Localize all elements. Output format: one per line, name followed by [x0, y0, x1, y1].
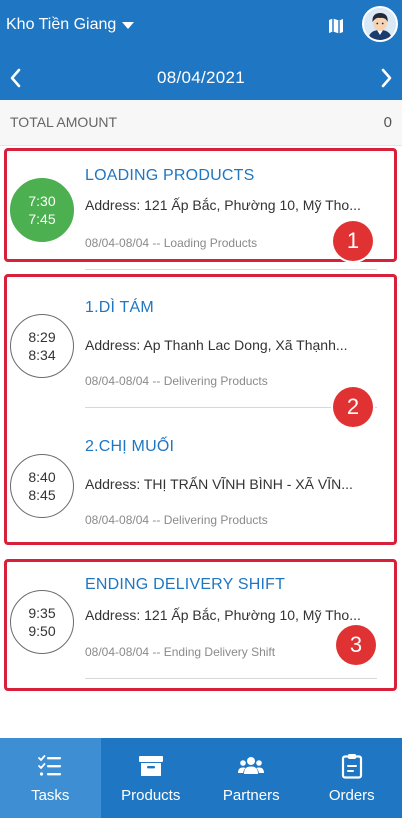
nav-products-label: Products — [121, 786, 181, 804]
nav-tasks[interactable]: Tasks — [0, 738, 101, 818]
chevron-right-icon[interactable] — [374, 66, 398, 90]
warehouse-selector[interactable]: Kho Tiền Giang — [6, 16, 135, 34]
user-avatar[interactable] — [362, 6, 398, 42]
nav-orders-label: Orders — [328, 786, 375, 804]
annotation-badge: 3 — [336, 625, 376, 665]
nav-partners[interactable]: Partners — [201, 738, 302, 818]
avatar-face-icon — [364, 8, 396, 40]
bottom-navigation: Tasks Products Partners Orders — [0, 738, 402, 818]
date-navigator: 08/04/2021 — [0, 58, 402, 98]
archive-box-icon — [138, 755, 163, 776]
nav-orders[interactable]: Orders — [302, 738, 402, 818]
app-header: Kho Tiền Giang 08/04/2021 — [0, 0, 402, 100]
annotation-badge: 2 — [333, 387, 373, 427]
total-amount-value: 0 — [383, 114, 392, 131]
nav-tasks-label: Tasks — [31, 786, 70, 804]
annotation-box — [4, 559, 397, 691]
map-icon[interactable] — [326, 16, 346, 36]
users-icon — [238, 756, 265, 774]
tasks-icon — [38, 754, 62, 776]
nav-products[interactable]: Products — [101, 738, 202, 818]
clipboard-icon — [341, 753, 362, 779]
header-top-bar: Kho Tiền Giang — [0, 0, 402, 52]
total-amount-row: TOTAL AMOUNT 0 — [0, 100, 402, 146]
annotation-badge: 1 — [333, 221, 373, 261]
nav-partners-label: Partners — [222, 786, 280, 804]
total-amount-label: TOTAL AMOUNT — [10, 114, 118, 130]
warehouse-name: Kho Tiền Giang — [6, 16, 117, 33]
current-date[interactable]: 08/04/2021 — [0, 68, 402, 88]
caret-down-icon — [122, 22, 135, 29]
